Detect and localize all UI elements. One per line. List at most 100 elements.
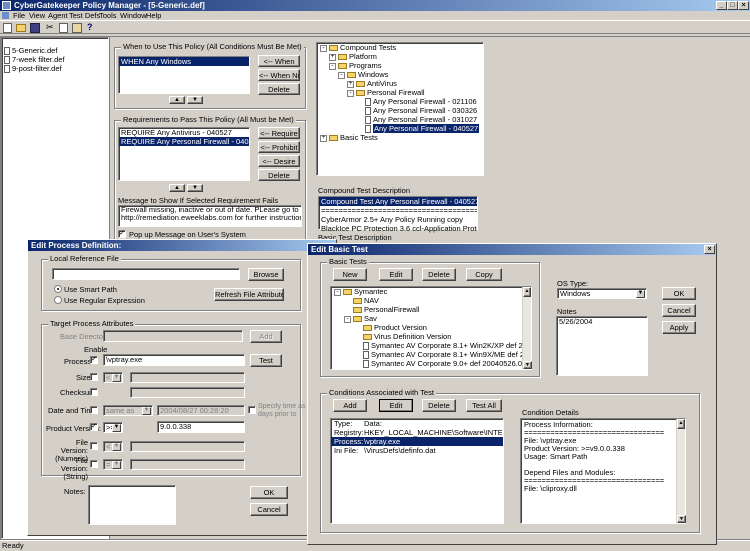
base-directory-input[interactable]	[103, 330, 243, 342]
maximize-button[interactable]: □	[727, 1, 738, 10]
popup-message-checkbox[interactable]	[118, 230, 126, 238]
date-input[interactable]: 2004/08/27 00:28:20	[157, 405, 245, 416]
file-item[interactable]: 9-post-filter.def	[2, 64, 108, 73]
version-operator[interactable]: >= ▼	[103, 422, 123, 433]
specify-days-checkbox[interactable]	[248, 406, 256, 414]
size-checkbox[interactable]	[90, 373, 98, 381]
date-time-checkbox[interactable]	[90, 406, 98, 414]
column-data[interactable]: Data:	[364, 419, 382, 428]
requirements-list[interactable]: REQUIRE Any Antivirus - 040527 REQUIRE A…	[118, 127, 250, 181]
edit-test-button[interactable]: Edit	[379, 268, 413, 281]
file-version-string-input[interactable]	[130, 459, 245, 470]
tree-node[interactable]: - Personal Firewall	[317, 88, 483, 97]
requirement-item[interactable]: REQUIRE Any Personal Firewall - 040527	[119, 137, 249, 146]
req-move-down-button[interactable]: ▼	[187, 184, 203, 192]
tree-node[interactable]: NAV	[331, 296, 531, 305]
process-input[interactable]: \vptray.exe	[103, 354, 245, 366]
menu-file[interactable]: File	[13, 11, 25, 20]
checksum-input[interactable]	[130, 387, 245, 398]
tree-node[interactable]: Symantec AV Corporate 9.0+ def 20040526.…	[331, 359, 531, 369]
notes-textarea[interactable]	[88, 485, 176, 525]
date-operator[interactable]: same as ▼	[103, 405, 153, 416]
tree-node[interactable]: Any Personal Firewall - 031027	[317, 115, 483, 125]
delete-condition-button[interactable]: Delete	[422, 399, 456, 412]
menu-tools[interactable]: Tools	[99, 11, 117, 20]
minimize-button[interactable]: _	[716, 1, 727, 10]
test-button[interactable]: Test	[250, 354, 282, 367]
collapse-icon[interactable]: -	[334, 288, 341, 296]
checksum-checkbox[interactable]	[90, 388, 98, 396]
basic-ok-button[interactable]: OK	[662, 287, 696, 300]
details-scroll-down-icon[interactable]: ▼	[677, 515, 686, 523]
menu-view[interactable]: View	[29, 11, 45, 20]
tree-node[interactable]: Symantec AV Corporate 8.1+ Win2K/XP def …	[331, 341, 531, 351]
scroll-down-icon[interactable]: ▼	[523, 361, 532, 369]
version-input[interactable]: 9.0.0.338	[157, 421, 245, 433]
tree-node[interactable]: - Programs	[317, 61, 483, 70]
file-version-numeric-checkbox[interactable]	[90, 442, 98, 450]
require-button[interactable]: <-- Require	[258, 127, 300, 139]
copy-icon[interactable]	[59, 23, 68, 33]
collapse-icon[interactable]: -	[347, 89, 354, 97]
tree-node[interactable]: Symantec AV Corporate 8.1+ Win9X/ME def …	[331, 350, 531, 360]
collapse-icon[interactable]: -	[329, 62, 336, 70]
when-not-button[interactable]: <-- When Not	[258, 69, 300, 81]
tree-node[interactable]: Any Personal Firewall - 030326	[317, 106, 483, 116]
test-all-button[interactable]: Test All	[466, 399, 502, 412]
tree-node[interactable]: Any Personal Firewall - 040527	[317, 124, 483, 134]
expand-icon[interactable]: +	[320, 134, 327, 142]
requirement-delete-button[interactable]: Delete	[258, 169, 300, 181]
basic-notes-textarea[interactable]: 5/26/2004	[556, 316, 648, 376]
file-version-numeric-input[interactable]	[130, 441, 245, 452]
when-list-item[interactable]: WHEN Any Windows	[119, 57, 249, 66]
open-icon[interactable]	[16, 24, 26, 32]
condition-row[interactable]: Registry: HKEY_LOCAL_MACHINE\Software\IN…	[331, 428, 503, 437]
tree-node[interactable]: Virus Definition Version	[331, 332, 531, 341]
menu-test-defs[interactable]: Test Defs	[69, 11, 100, 20]
edit-condition-button[interactable]: Edit	[379, 399, 413, 412]
tree-node[interactable]: PersonalFirewall	[331, 305, 531, 314]
scroll-up-icon[interactable]: ▲	[523, 287, 531, 297]
basic-test-tree[interactable]: - Symantec NAV PersonalFirewall - Sav Product …	[330, 286, 532, 370]
req-move-up-button[interactable]: ▲	[169, 184, 185, 192]
product-version-checkbox[interactable]	[90, 423, 98, 431]
size-input[interactable]	[130, 372, 245, 383]
basic-dialog-close-button[interactable]: ×	[704, 245, 715, 254]
cut-icon[interactable]: ✂	[46, 23, 56, 33]
prohibit-button[interactable]: <-- Prohibit	[258, 141, 300, 153]
basic-cancel-button[interactable]: Cancel	[662, 304, 696, 317]
add-button[interactable]: Add	[250, 330, 282, 343]
basic-apply-button[interactable]: Apply	[662, 321, 696, 334]
delete-test-button[interactable]: Delete	[422, 268, 456, 281]
collapse-icon[interactable]: -	[344, 315, 351, 323]
details-scrollbar[interactable]: ▲ ▼	[676, 419, 686, 523]
menu-help[interactable]: Help	[146, 11, 161, 20]
collapse-icon[interactable]: -	[338, 71, 345, 79]
help-icon[interactable]: ?	[87, 23, 97, 33]
basic-tree-scrollbar[interactable]: ▲ ▼	[522, 287, 532, 369]
requirement-item[interactable]: REQUIRE Any Antivirus - 040527	[119, 128, 249, 137]
tree-node[interactable]: - Compound Tests	[317, 43, 483, 52]
when-move-up-button[interactable]: ▲	[169, 96, 185, 104]
close-button[interactable]: ×	[738, 1, 749, 10]
smart-path-radio[interactable]	[54, 285, 62, 293]
message-textarea[interactable]: Firewall missing, inactive or out of dat…	[118, 205, 302, 227]
save-icon[interactable]	[30, 23, 40, 33]
column-type[interactable]: Type:	[334, 419, 352, 428]
file-version-string-operator[interactable]: = ▼	[103, 459, 123, 470]
file-item[interactable]: 7-week filter.def	[2, 55, 108, 64]
add-condition-button[interactable]: Add	[333, 399, 367, 412]
when-move-down-button[interactable]: ▼	[187, 96, 203, 104]
desire-button[interactable]: <-- Desire	[258, 155, 300, 167]
when-button[interactable]: <-- When	[258, 55, 300, 67]
collapse-icon[interactable]: -	[320, 44, 327, 52]
os-type-select[interactable]: Windows ▼	[557, 288, 647, 299]
size-operator[interactable]: < ▼	[103, 372, 123, 383]
file-version-string-checkbox[interactable]	[90, 460, 98, 468]
compound-desc-box[interactable]: Compound Test Any Personal Firewall - 04…	[318, 196, 478, 233]
tree-node[interactable]: + Platform	[317, 52, 483, 61]
expand-icon[interactable]: +	[329, 53, 336, 61]
browse-button[interactable]: Browse	[248, 268, 284, 281]
file-version-numeric-operator[interactable]: < ▼	[103, 441, 123, 452]
when-delete-button[interactable]: Delete	[258, 83, 300, 95]
